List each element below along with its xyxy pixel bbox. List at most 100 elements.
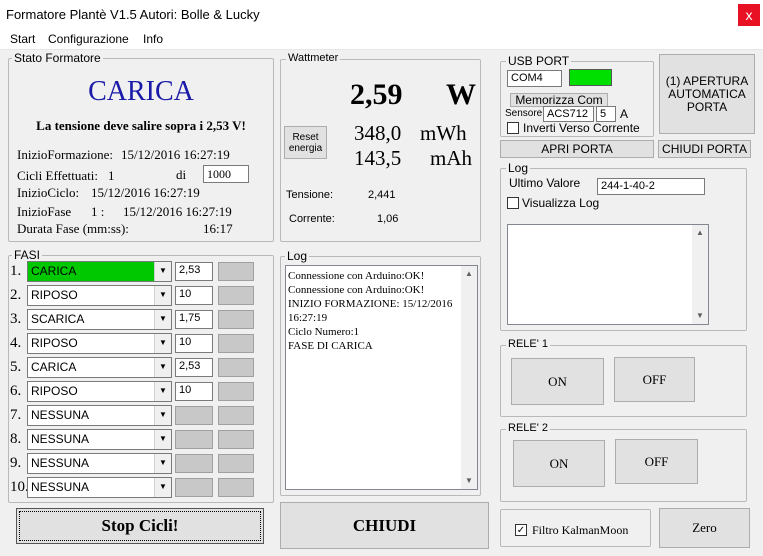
rele2-title: RELE' 2 <box>506 422 551 434</box>
log-right-scrollbar[interactable]: ▲ ▼ <box>692 225 708 324</box>
fase-select[interactable]: SCARICA ▼ <box>27 309 172 330</box>
apertura-automatica-button[interactable]: (1) APERTURA AUTOMATICA PORTA <box>659 54 755 134</box>
fase-extra-field <box>218 406 254 425</box>
chiudi-button[interactable]: CHIUDI <box>280 502 489 549</box>
fase-select-value: CARICA <box>31 360 77 374</box>
cicli-total-input[interactable]: 1000 <box>203 165 249 183</box>
chevron-down-icon[interactable]: ▼ <box>154 406 171 425</box>
chevron-down-icon[interactable]: ▼ <box>154 334 171 353</box>
close-button[interactable]: x <box>738 4 760 26</box>
fase-extra-field <box>218 334 254 353</box>
cicli-di: di <box>176 167 187 182</box>
window-title: Formatore Plantè V1.5 Autori: Bolle & Lu… <box>6 7 260 22</box>
rele1-title: RELE' 1 <box>506 338 551 350</box>
ultimo-valore-label: Ultimo Valore <box>509 176 581 190</box>
sensore-input[interactable]: ACS712 <box>543 106 594 122</box>
log-line: INIZIO FORMAZIONE: 15/12/2016 <box>288 298 453 310</box>
com-port-input[interactable]: COM4 <box>507 70 562 87</box>
fase-select-value: SCARICA <box>31 312 85 326</box>
fase-select[interactable]: NESSUNA ▼ <box>27 453 172 474</box>
fase-number: 4. <box>10 335 22 351</box>
fase-value-input[interactable]: 10 <box>175 286 213 305</box>
fase-select[interactable]: RIPOSO ▼ <box>27 285 172 306</box>
inizio-fase-value: 15/12/2016 16:27:19 <box>123 204 232 219</box>
tensione-label: Tensione: <box>286 189 334 201</box>
log-right-list[interactable]: ▲ ▼ <box>507 224 709 325</box>
corrente-value: 1,06 <box>377 213 399 225</box>
sensore-unit: A <box>620 107 629 121</box>
inverti-label: Inverti Verso Corrente <box>523 121 640 135</box>
inizio-ciclo-label: InizioCiclo: <box>17 185 80 200</box>
stato-formatore-title: Stato Formatore <box>12 51 103 65</box>
scroll-up-icon[interactable]: ▲ <box>692 225 708 241</box>
usb-port-title: USB PORT <box>506 54 572 68</box>
chevron-down-icon[interactable]: ▼ <box>154 262 171 281</box>
inizio-fase-num: 1 : <box>91 204 105 219</box>
fase-value-input[interactable]: 2,53 <box>175 358 213 377</box>
menu-info[interactable]: Info <box>143 32 163 46</box>
fase-select[interactable]: CARICA ▼ <box>27 261 172 282</box>
rele1-on-button[interactable]: ON <box>511 358 604 405</box>
inverti-checkbox[interactable] <box>507 122 519 134</box>
fase-value-input[interactable]: 1,75 <box>175 310 213 329</box>
fase-select[interactable]: CARICA ▼ <box>27 357 172 378</box>
log-line: FASE DI CARICA <box>288 340 373 352</box>
log-right-title: Log <box>506 161 531 175</box>
charge-unit: mAh <box>430 146 472 170</box>
charge-value: 143,5 <box>354 146 402 170</box>
fase-value-input[interactable] <box>175 430 213 449</box>
chevron-down-icon[interactable]: ▼ <box>154 454 171 473</box>
log-line: Connessione con Arduino:OK! <box>288 284 425 296</box>
fase-value-input[interactable]: 10 <box>175 334 213 353</box>
log-line: 16:27:19 <box>288 312 328 324</box>
chiudi-porta-button[interactable]: CHIUDI PORTA <box>658 140 751 158</box>
log-center-list[interactable]: Connessione con Arduino:OK! Connessione c… <box>285 265 478 490</box>
menu-start[interactable]: Start <box>10 32 35 46</box>
chevron-down-icon[interactable]: ▼ <box>154 358 171 377</box>
log-center-scrollbar[interactable]: ▲ ▼ <box>461 266 477 489</box>
chevron-down-icon[interactable]: ▼ <box>154 430 171 449</box>
scroll-down-icon[interactable]: ▼ <box>692 308 708 324</box>
fase-select[interactable]: RIPOSO ▼ <box>27 381 172 402</box>
fase-value-input[interactable]: 10 <box>175 382 213 401</box>
rele2-off-button[interactable]: OFF <box>615 439 698 484</box>
fase-extra-field <box>218 478 254 497</box>
reset-energia-button[interactable]: Reset energia <box>284 126 327 159</box>
filtro-checkbox[interactable]: ✓ <box>515 524 527 536</box>
fasi-title: FASI <box>12 248 43 262</box>
ultimo-valore-input[interactable]: 244-1-40-2 <box>597 178 705 195</box>
inizio-formazione-label: InizioFormazione: <box>17 147 114 162</box>
fase-select[interactable]: NESSUNA ▼ <box>27 405 172 426</box>
fase-number: 9. <box>10 455 22 471</box>
tensione-value: 2,441 <box>368 189 396 201</box>
fase-select[interactable]: NESSUNA ▼ <box>27 477 172 498</box>
chevron-down-icon[interactable]: ▼ <box>154 310 171 329</box>
fase-value-input[interactable] <box>175 406 213 425</box>
zero-button[interactable]: Zero <box>659 508 750 548</box>
fase-value-input[interactable] <box>175 478 213 497</box>
rele2-on-button[interactable]: ON <box>513 440 605 487</box>
scroll-down-icon[interactable]: ▼ <box>461 473 477 489</box>
fase-select[interactable]: NESSUNA ▼ <box>27 429 172 450</box>
fase-value-input[interactable] <box>175 454 213 473</box>
rele1-off-button[interactable]: OFF <box>614 357 695 402</box>
log-line: Connessione con Arduino:OK! <box>288 270 425 282</box>
menu-configurazione[interactable]: Configurazione <box>48 32 129 46</box>
fase-select-value: NESSUNA <box>31 480 90 494</box>
chevron-down-icon[interactable]: ▼ <box>154 478 171 497</box>
memorizza-com-button[interactable]: Memorizza Com <box>510 93 608 107</box>
fase-value-input[interactable]: 2,53 <box>175 262 213 281</box>
fase-select[interactable]: RIPOSO ▼ <box>27 333 172 354</box>
chevron-down-icon[interactable]: ▼ <box>154 286 171 305</box>
chevron-down-icon[interactable]: ▼ <box>154 382 171 401</box>
fase-select-value: RIPOSO <box>31 384 78 398</box>
inizio-fase-label: InizioFase <box>17 204 72 219</box>
scroll-up-icon[interactable]: ▲ <box>461 266 477 282</box>
visualizza-log-checkbox[interactable] <box>507 197 519 209</box>
fase-number: 2. <box>10 287 22 303</box>
log-center-title: Log <box>285 249 310 263</box>
fase-number: 6. <box>10 383 22 399</box>
stop-cicli-button[interactable]: Stop Cicli! <box>16 508 264 544</box>
apri-porta-button[interactable]: APRI PORTA <box>500 140 654 158</box>
sensore-num-input[interactable]: 5 <box>596 106 616 122</box>
